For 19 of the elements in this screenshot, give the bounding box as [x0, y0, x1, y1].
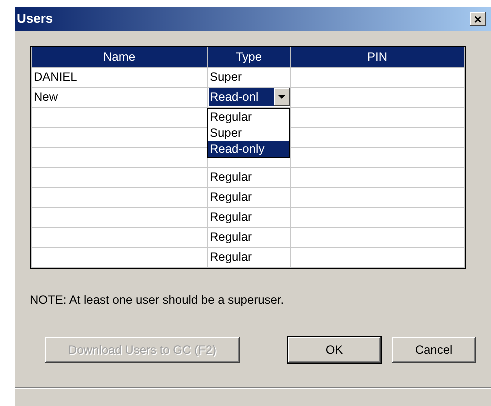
note-text: NOTE: At least one user should be a superuser. [30, 292, 286, 308]
dialog-button[interactable]: OK [288, 336, 381, 362]
dropdown-option[interactable]: Super [208, 125, 289, 141]
table-cell: Regular [208, 227, 290, 247]
column-header[interactable]: PIN [290, 47, 464, 67]
dialog-button[interactable]: Cancel [392, 336, 476, 362]
column-header[interactable]: Type [208, 47, 290, 67]
table-cell: DANIEL [32, 67, 208, 87]
table-cell: Regular [208, 187, 290, 207]
dropdown-option[interactable]: Read-only [208, 141, 289, 157]
close-button[interactable]: × [470, 12, 486, 26]
table-cell: New [32, 87, 208, 107]
table-cell: Regular [208, 167, 290, 187]
dropdown-option[interactable]: Regular [208, 109, 289, 125]
table-cell: Regular [208, 247, 290, 267]
table-cell: Regular [208, 207, 290, 227]
table-cell: Super [208, 67, 290, 87]
window-title: Users [17, 10, 54, 28]
column-header[interactable]: Name [32, 47, 208, 67]
